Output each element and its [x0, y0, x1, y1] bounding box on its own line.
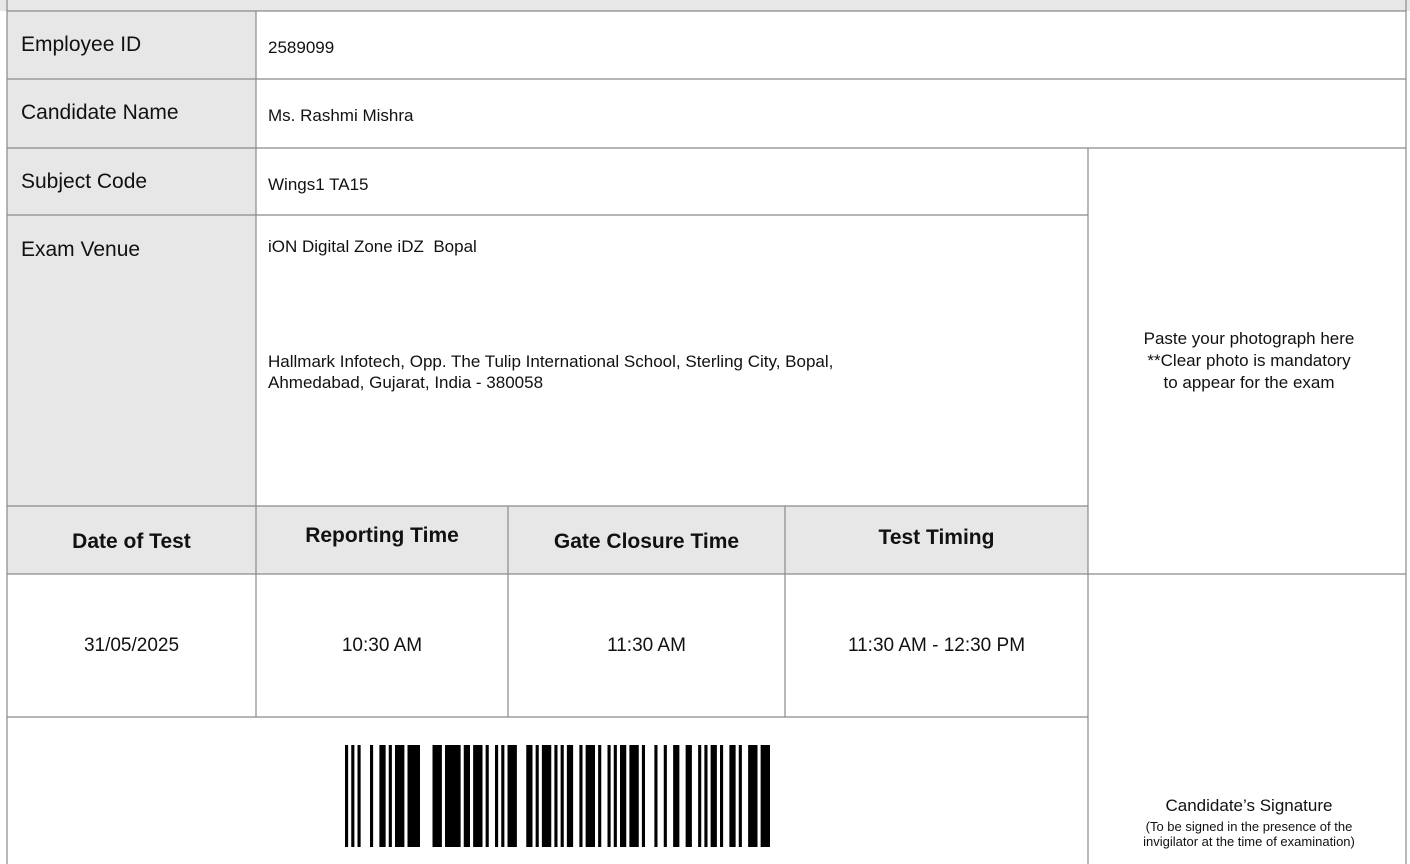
- barcode-bar: [663, 745, 667, 847]
- barcode-bar: [370, 745, 374, 847]
- employee-id-label: Employee ID: [21, 33, 142, 56]
- barcode-bar: [641, 745, 646, 847]
- barcode-bar: [748, 745, 758, 847]
- signature-box: Candidate’s Signature (To be signed in t…: [1088, 574, 1410, 864]
- barcode-bar: [585, 745, 596, 847]
- barcode-bar: [473, 745, 483, 847]
- barcode-bar: [445, 745, 461, 847]
- subject-code-value: Wings1 TA15: [268, 175, 369, 194]
- exam-venue-name: iON Digital Zone iDZ Bopal: [268, 237, 477, 256]
- barcode-bar: [598, 745, 602, 847]
- barcode-bar: [541, 745, 552, 847]
- barcode-bar: [704, 745, 708, 847]
- exam-venue-address-line2: Ahmedabad, Gujarat, India - 380058: [268, 373, 544, 392]
- header-reporting-time: Reporting Time: [305, 524, 459, 547]
- barcode: [345, 745, 770, 847]
- barcode-bar: [673, 745, 680, 847]
- photo-box-line2: **Clear photo is mandatory: [1147, 351, 1351, 370]
- exam-venue-label: Exam Venue: [21, 238, 141, 261]
- barcode-bar: [720, 745, 724, 847]
- barcode-bar: [566, 745, 574, 847]
- candidate-name-value: Ms. Rashmi Mishra: [268, 106, 414, 125]
- signature-note-line1: (To be signed in the presence of the: [1145, 819, 1353, 834]
- exam-venue-address-line1: Hallmark Infotech, Opp. The Tulip Intern…: [268, 352, 834, 371]
- signature-title: Candidate’s Signature: [1165, 796, 1333, 815]
- barcode-bar: [685, 745, 692, 847]
- barcode-bar: [507, 745, 517, 847]
- barcode-bar: [738, 745, 742, 847]
- header-test-timing: Test Timing: [878, 526, 995, 549]
- barcode-bar: [395, 745, 405, 847]
- barcode-bar: [379, 745, 386, 847]
- barcode-bar: [629, 745, 639, 847]
- barcode-bar: [345, 745, 349, 847]
- barcode-bar: [560, 745, 564, 847]
- candidate-name-label: Candidate Name: [21, 101, 179, 124]
- barcode-bar: [432, 745, 442, 847]
- barcode-bar: [710, 745, 717, 847]
- value-gate-closure-time: 11:30 AM: [607, 634, 686, 656]
- barcode-bar: [760, 745, 770, 847]
- value-test-timing: 11:30 AM - 12:30 PM: [847, 634, 1026, 656]
- signature-note-line2: invigilator at the time of examination): [1143, 834, 1355, 849]
- photo-box: Paste your photograph here **Clear photo…: [1088, 148, 1410, 574]
- barcode-bar: [698, 745, 702, 847]
- barcode-bar: [501, 745, 505, 847]
- barcode-bar: [729, 745, 736, 847]
- barcode-bar: [535, 745, 539, 847]
- barcode-bar: [485, 745, 489, 847]
- barcode-bar: [554, 745, 558, 847]
- barcode-bar: [526, 745, 533, 847]
- barcode-bar: [613, 745, 617, 847]
- value-date-of-test: 31/05/2025: [83, 634, 180, 656]
- photo-box-line3: to appear for the exam: [1163, 373, 1335, 392]
- header-gate-closure-time: Gate Closure Time: [553, 530, 740, 553]
- barcode-bar: [579, 745, 583, 847]
- barcode-bar: [654, 745, 658, 847]
- employee-id-value: 2589099: [268, 38, 335, 57]
- top-strip: [0, 0, 1410, 11]
- photo-box-line1: Paste your photograph here: [1143, 329, 1355, 348]
- header-date-of-test: Date of Test: [72, 530, 191, 553]
- barcode-bar: [351, 745, 355, 847]
- barcode-bar: [357, 745, 361, 847]
- subject-code-label: Subject Code: [21, 170, 148, 193]
- barcode-bar: [463, 745, 470, 847]
- barcode-bar: [607, 745, 611, 847]
- barcode-bar: [620, 745, 627, 847]
- barcode-bar: [495, 745, 499, 847]
- barcode-bar: [388, 745, 392, 847]
- value-reporting-time: 10:30 AM: [341, 634, 423, 656]
- barcode-bar: [407, 745, 420, 847]
